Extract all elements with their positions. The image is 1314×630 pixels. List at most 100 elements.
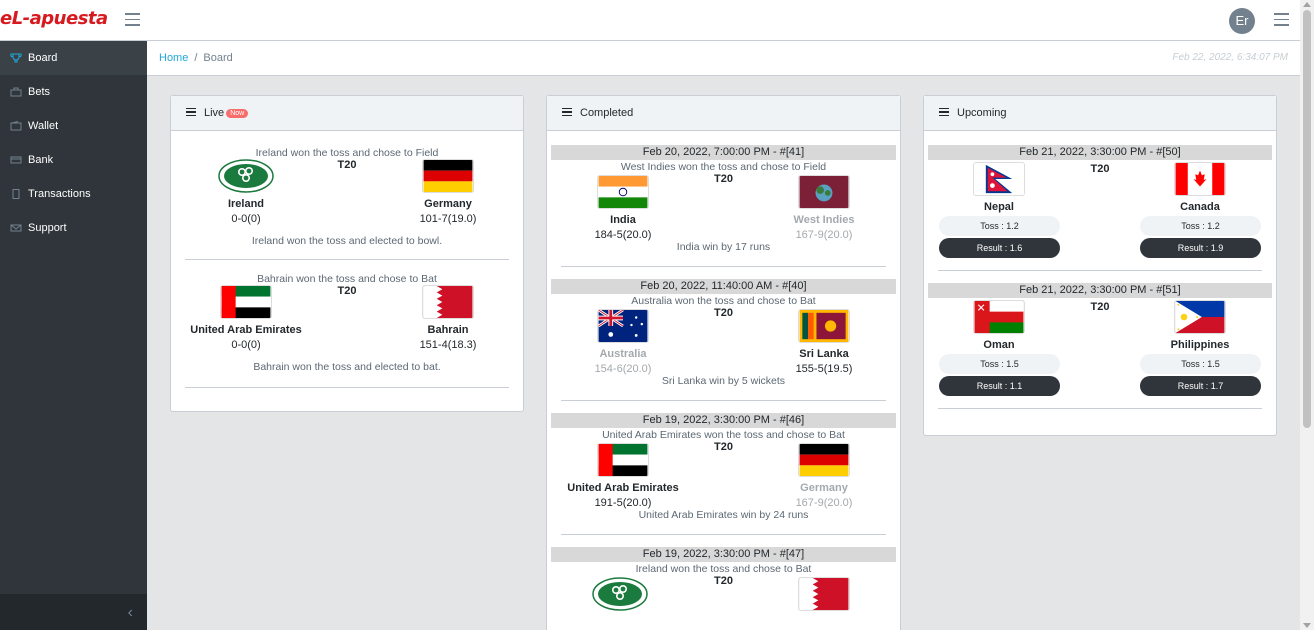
list-icon [186,107,196,119]
team-name: Nepal [984,201,1014,213]
live-match[interactable]: Bahrain won the toss and chose to Bat Un… [171,273,523,388]
match-header: Feb 21, 2022, 3:30:00 PM - #[51] [928,283,1272,298]
bahrain-flag [422,285,474,319]
sidebar-minimizer[interactable]: ‹ [0,594,147,630]
ireland-cricket-flag [217,159,275,193]
upcoming-match[interactable]: Feb 21, 2022, 3:30:00 PM - #[51] Oman To… [924,283,1276,409]
canada-flag [1174,162,1226,196]
match-format: T20 [714,575,733,587]
team-2 [764,577,884,611]
australia-flag [597,309,649,343]
germany-flag [422,159,474,193]
completed-card-header: Completed [547,96,900,131]
toss-info: West Indies won the toss and chose to Fi… [620,161,827,173]
divider [561,534,886,535]
team-1: Oman Toss : 1.5 Result : 1.1 [939,300,1060,396]
list-icon [939,107,949,119]
team-2: Canada Toss : 1.2 Result : 1.9 [1140,162,1261,258]
sidebar-item-transactions[interactable]: Transactions [0,177,147,211]
team-1: Australia 154-6(20.0) [563,309,683,375]
team-score: 191-5(20.0) [594,497,652,509]
team-1: India 184-5(20.0) [563,175,683,241]
sidebar-item-bets[interactable]: Bets [0,75,147,109]
brand-logo[interactable]: eL-apuesta [0,8,108,29]
sidebar-item-wallet[interactable]: Wallet [0,109,147,143]
team-score: 154-6(20.0) [594,363,652,375]
match-result: Sri Lanka win by 5 wickets [661,375,786,387]
team-name: Ireland [227,198,265,210]
avatar[interactable]: Er [1229,8,1255,34]
match-format: T20 [714,173,733,185]
sidebar-item-board[interactable]: Board [0,41,147,75]
toss-odds-button[interactable]: Toss : 1.2 [1140,216,1261,236]
team-name: United Arab Emirates [190,324,302,336]
result-odds-button[interactable]: Result : 1.9 [1140,238,1261,258]
completed-match[interactable]: Feb 19, 2022, 3:30:00 PM - #[46] United … [547,413,900,535]
result-odds-button[interactable]: Result : 1.1 [939,376,1060,396]
scroll-thumb[interactable] [1303,10,1311,428]
bank-icon [10,155,22,165]
match-result: India win by 17 runs [676,241,771,253]
aside-menu-toggle-icon[interactable] [1274,13,1289,26]
sidebar-item-label: Support [28,222,67,234]
scroll-up-arrow-icon[interactable] [1303,2,1311,7]
result-odds-button[interactable]: Result : 1.6 [939,238,1060,258]
team-name: Canada [1180,201,1220,213]
toss-odds-button[interactable]: Toss : 1.5 [1140,354,1261,374]
team-name: Australia [599,348,647,360]
toss-info: United Arab Emirates won the toss and ch… [602,429,845,441]
sidebar: Board Bets Wallet Bank Transactions Supp… [0,41,147,630]
completed-match[interactable]: Feb 20, 2022, 11:40:00 AM - #[40] Austra… [547,279,900,401]
live-card-header: Live Now [171,96,523,131]
oman-flag [973,300,1025,334]
sidebar-item-label: Bank [28,154,54,166]
west-indies-flag [798,175,850,209]
toss-odds-button[interactable]: Toss : 1.2 [939,216,1060,236]
toss-odds-button[interactable]: Toss : 1.5 [939,354,1060,374]
uae-flag [597,443,649,477]
live-match[interactable]: Ireland won the toss and chose to Field … [171,147,523,260]
team-2: Sri Lanka 155-5(19.5) [764,309,884,375]
team-score: 184-5(20.0) [594,229,652,241]
team-score: 0-0(0) [231,213,261,225]
breadcrumb-home-link[interactable]: Home [159,52,188,64]
team-score: 167-9(20.0) [795,497,853,509]
team-name: Sri Lanka [799,348,849,360]
completed-match[interactable]: Feb 19, 2022, 3:30:00 PM - #[47] Ireland… [547,547,900,615]
team-1 [560,577,680,611]
india-flag [597,175,649,209]
match-format: T20 [337,285,357,297]
scroll-down-arrow-icon[interactable] [1303,623,1311,628]
sidebar-item-support[interactable]: Support [0,211,147,245]
card-title: Upcoming [957,107,1007,119]
briefcase-icon [10,87,22,97]
upcoming-card: Upcoming Feb 21, 2022, 3:30:00 PM - #[50… [923,95,1277,436]
divider [185,387,509,388]
completed-match[interactable]: Feb 20, 2022, 7:00:00 PM - #[41] West In… [547,145,900,267]
result-odds-button[interactable]: Result : 1.7 [1140,376,1261,396]
sidebar-item-label: Bets [28,86,51,98]
card-title: Live [204,107,225,119]
match-result: United Arab Emirates win by 24 runs [638,509,809,521]
upcoming-match[interactable]: Feb 21, 2022, 3:30:00 PM - #[50] Nepal T… [924,145,1276,271]
chevron-left-icon: ‹ [127,604,133,621]
team-1: United Arab Emirates 191-5(20.0) [563,443,683,509]
bahrain-flag [798,577,850,611]
team-score: 167-9(20.0) [795,229,853,241]
trophy-icon [10,53,22,63]
divider [561,400,886,401]
match-format: T20 [1090,301,1110,313]
team-name: India [610,214,636,226]
current-timestamp: Feb 22, 2022, 6:34:07 PM [1172,52,1288,63]
toss-info: Ireland won the toss and chose to Field [255,147,439,159]
breadcrumb: Home / Board Feb 22, 2022, 6:34:07 PM [147,41,1300,76]
team-name: Oman [983,339,1015,351]
ireland-cricket-flag [591,577,649,611]
sidebar-toggle-icon[interactable] [125,13,140,26]
page-scrollbar[interactable] [1300,0,1314,630]
sidebar-item-bank[interactable]: Bank [0,143,147,177]
match-format: T20 [1090,163,1110,175]
team-score: 101-7(19.0) [419,213,477,225]
envelope-icon [10,223,22,233]
card-title: Completed [580,107,634,119]
